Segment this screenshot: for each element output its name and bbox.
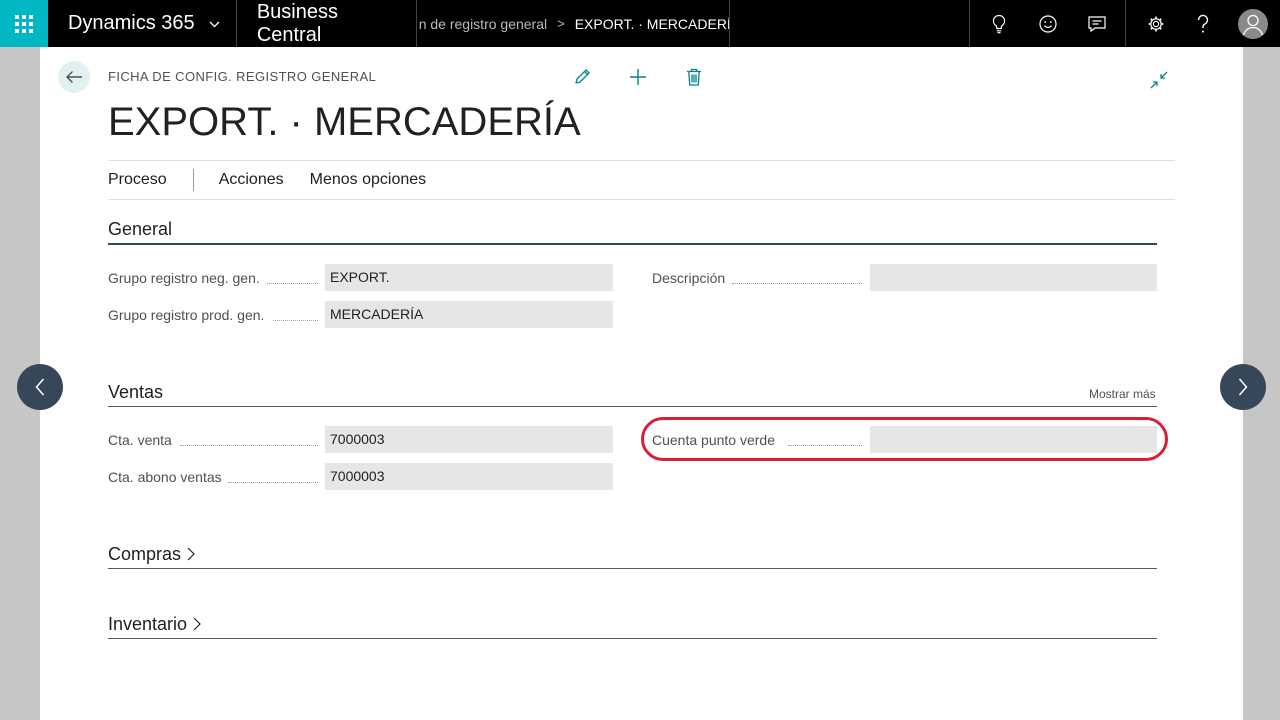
gen-bus-group-field[interactable]: EXPORT.: [325, 264, 613, 291]
section-general-divider: [108, 243, 1157, 245]
chevron-left-icon: [35, 378, 45, 396]
chevron-right-icon: [187, 545, 195, 566]
gen-prod-group-field[interactable]: MERCADERÍA: [325, 301, 613, 328]
lightbulb-icon[interactable]: [987, 12, 1011, 36]
section-ventas-divider: [108, 406, 1157, 407]
breadcrumb: n de registro general > EXPORT. · MERCAD…: [417, 0, 731, 47]
topbar-settings: [1126, 0, 1280, 47]
sales-credit-label: Cta. abono ventas: [108, 469, 222, 485]
dots: [732, 283, 862, 284]
top-bar: Dynamics 365 Business Central n de regis…: [0, 0, 1280, 47]
suite-name: Dynamics 365: [67, 12, 195, 34]
section-compras-label: Compras: [108, 544, 182, 564]
next-record-button[interactable]: [1220, 364, 1266, 410]
sales-credit-field[interactable]: 7000003: [325, 463, 613, 490]
avatar-icon[interactable]: [1238, 8, 1269, 39]
edit-icon[interactable]: [570, 65, 594, 89]
previous-record-button[interactable]: [17, 364, 63, 410]
action-bar: Proceso Acciones Menos opciones: [108, 160, 1175, 200]
dots: [180, 445, 318, 446]
section-inventario-label: Inventario: [108, 614, 188, 634]
tab-menos-opciones[interactable]: Menos opciones: [297, 171, 440, 189]
help-icon[interactable]: [1191, 12, 1215, 36]
section-compras-header[interactable]: Compras: [108, 544, 195, 566]
page-title: EXPORT. · MERCADERÍA: [108, 100, 581, 144]
chevron-down-icon: [209, 17, 220, 31]
waffle-icon[interactable]: [0, 0, 48, 47]
tab-acciones[interactable]: Acciones: [206, 171, 297, 189]
record-card: FICHA DE CONFIG. REGISTRO GENERAL EXPORT…: [40, 47, 1243, 720]
gen-prod-group-label: Grupo registro prod. gen.: [108, 307, 265, 323]
gear-icon[interactable]: [1144, 12, 1168, 36]
section-inventario-header[interactable]: Inventario: [108, 614, 201, 636]
actionbar-divider: [192, 169, 194, 191]
show-more-link[interactable]: Mostrar más: [1089, 387, 1156, 401]
back-button[interactable]: [58, 61, 90, 93]
chevron-right-icon: [1238, 378, 1248, 396]
chevron-right-icon: >: [557, 16, 565, 31]
section-general-header[interactable]: General: [108, 219, 172, 240]
chat-icon[interactable]: [1085, 12, 1109, 36]
delete-icon[interactable]: [682, 65, 706, 89]
dots: [273, 320, 318, 321]
highlight-annotation: [641, 417, 1168, 461]
new-icon[interactable]: [626, 65, 650, 89]
chevron-right-icon: [193, 615, 201, 636]
page-actions: [570, 65, 706, 89]
collapse-icon[interactable]: [1148, 69, 1170, 91]
section-inventario-divider: [108, 638, 1157, 639]
tab-proceso[interactable]: Proceso: [108, 171, 180, 189]
sales-account-label: Cta. venta: [108, 432, 172, 448]
sales-account-field[interactable]: 7000003: [325, 426, 613, 453]
section-ventas-header[interactable]: Ventas: [108, 382, 163, 403]
topbar-tools: [969, 0, 1127, 47]
suite-switcher[interactable]: Dynamics 365: [48, 0, 237, 47]
dots: [228, 482, 318, 483]
product-name[interactable]: Business Central: [237, 0, 417, 47]
smiley-icon[interactable]: [1036, 12, 1060, 36]
breadcrumb-prev[interactable]: n de registro general: [419, 16, 547, 32]
section-compras-divider: [108, 568, 1157, 569]
gen-bus-group-label: Grupo registro neg. gen.: [108, 270, 260, 286]
page-caption: FICHA DE CONFIG. REGISTRO GENERAL: [108, 69, 377, 84]
breadcrumb-current: EXPORT. · MERCADERÍA: [574, 15, 731, 32]
description-field[interactable]: [870, 264, 1157, 291]
dots: [267, 283, 318, 284]
description-label: Descripción: [652, 270, 726, 286]
arrow-left-icon: [66, 71, 82, 83]
